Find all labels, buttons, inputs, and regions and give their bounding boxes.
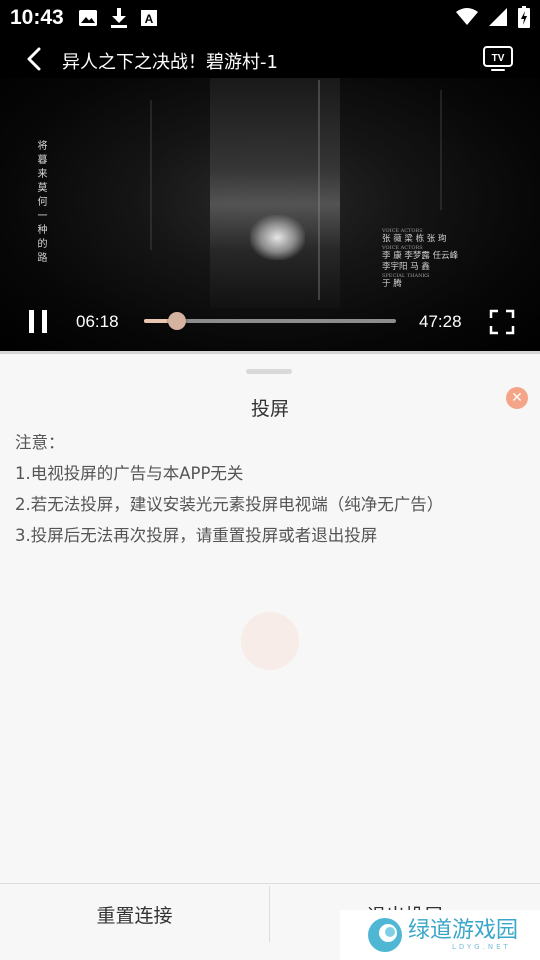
notice-line: 3.投屏后无法再次投屏，请重置投屏或者退出投屏 <box>15 526 378 545</box>
tv-cast-icon: TV <box>483 46 513 71</box>
sheet-divider <box>0 351 540 354</box>
sheet-title: 投屏 <box>250 398 289 420</box>
progress-bar[interactable] <box>144 312 396 330</box>
image-icon <box>78 10 97 26</box>
close-button[interactable]: ✕ <box>506 387 528 409</box>
video-vertical-caption: 将暮来莫何一种的路 <box>35 140 46 266</box>
battery-charging-icon <box>518 6 530 28</box>
credits-line: 李宇阳 马 鑫 <box>382 262 430 272</box>
download-icon <box>110 8 127 28</box>
video-scene-line <box>440 90 442 210</box>
drag-handle[interactable] <box>246 369 292 374</box>
watermark-logo-icon <box>368 918 402 952</box>
credits-line: 张 薇 梁 栋 张 珣 <box>382 234 447 244</box>
video-player[interactable]: 将暮来莫何一种的路 VOICE ACTORS 张 薇 梁 栋 张 珣 VOICE… <box>0 0 540 351</box>
notice-line: 1.电视投屏的广告与本APP无关 <box>15 464 244 483</box>
status-bar: 10:43 A <box>0 0 540 36</box>
watermark-text: 绿道游戏园 <box>408 918 519 943</box>
current-time: 06:18 <box>76 312 119 331</box>
progress-thumb[interactable] <box>168 312 187 330</box>
total-time: 47:28 <box>419 312 462 331</box>
watermark-sub: LDYG.NET <box>452 943 511 951</box>
loading-spinner <box>241 612 299 670</box>
wifi-icon <box>456 8 478 25</box>
pause-icon <box>29 310 34 333</box>
watermark-text-group: 绿道游戏园 LDYG.NET <box>408 918 519 952</box>
status-time: 10:43 <box>10 6 64 29</box>
video-scene-corridor <box>210 78 340 308</box>
video-scene-line <box>150 100 152 250</box>
svg-text:A: A <box>144 12 153 26</box>
a-box-icon: A <box>140 10 157 26</box>
watermark: 绿道游戏园 LDYG.NET <box>340 910 540 960</box>
screen: 将暮来莫何一种的路 VOICE ACTORS 张 薇 梁 栋 张 珣 VOICE… <box>0 0 540 960</box>
tv-cast-button[interactable]: TV <box>482 44 514 72</box>
video-scene-line <box>318 80 320 300</box>
fullscreen-button[interactable] <box>489 309 515 335</box>
reset-connection-button[interactable]: 重置连接 <box>0 884 269 960</box>
close-x-icon: ✕ <box>511 390 523 406</box>
status-icons-left: A <box>78 8 158 28</box>
video-scene-light <box>250 215 305 260</box>
video-credits: VOICE ACTORS 张 薇 梁 栋 张 珣 VOICE ACTORS 李 … <box>382 228 458 290</box>
notice-heading: 注意： <box>15 433 65 452</box>
pause-icon <box>42 310 47 333</box>
player-controls: 06:18 47:28 <box>0 300 540 344</box>
video-title: 异人之下之决战！碧游村-1 <box>62 52 278 73</box>
pause-button[interactable] <box>27 310 49 334</box>
credits-line: 李 康 李梦露 任云峰 <box>382 251 459 261</box>
credits-line: 于 腾 <box>382 279 402 289</box>
fullscreen-icon <box>489 309 515 335</box>
status-icons-right <box>456 6 530 28</box>
back-chevron-icon <box>27 47 41 71</box>
back-button[interactable] <box>22 46 48 72</box>
svg-text:TV: TV <box>492 53 505 64</box>
notice-list: 注意： 1.电视投屏的广告与本APP无关 2.若无法投屏，建议安装光元素投屏电视… <box>15 432 443 556</box>
signal-icon <box>489 8 507 26</box>
title-bar: 异人之下之决战！碧游村-1 TV <box>0 38 540 80</box>
notice-line: 2.若无法投屏，建议安装光元素投屏电视端（纯净无广告） <box>15 495 444 514</box>
